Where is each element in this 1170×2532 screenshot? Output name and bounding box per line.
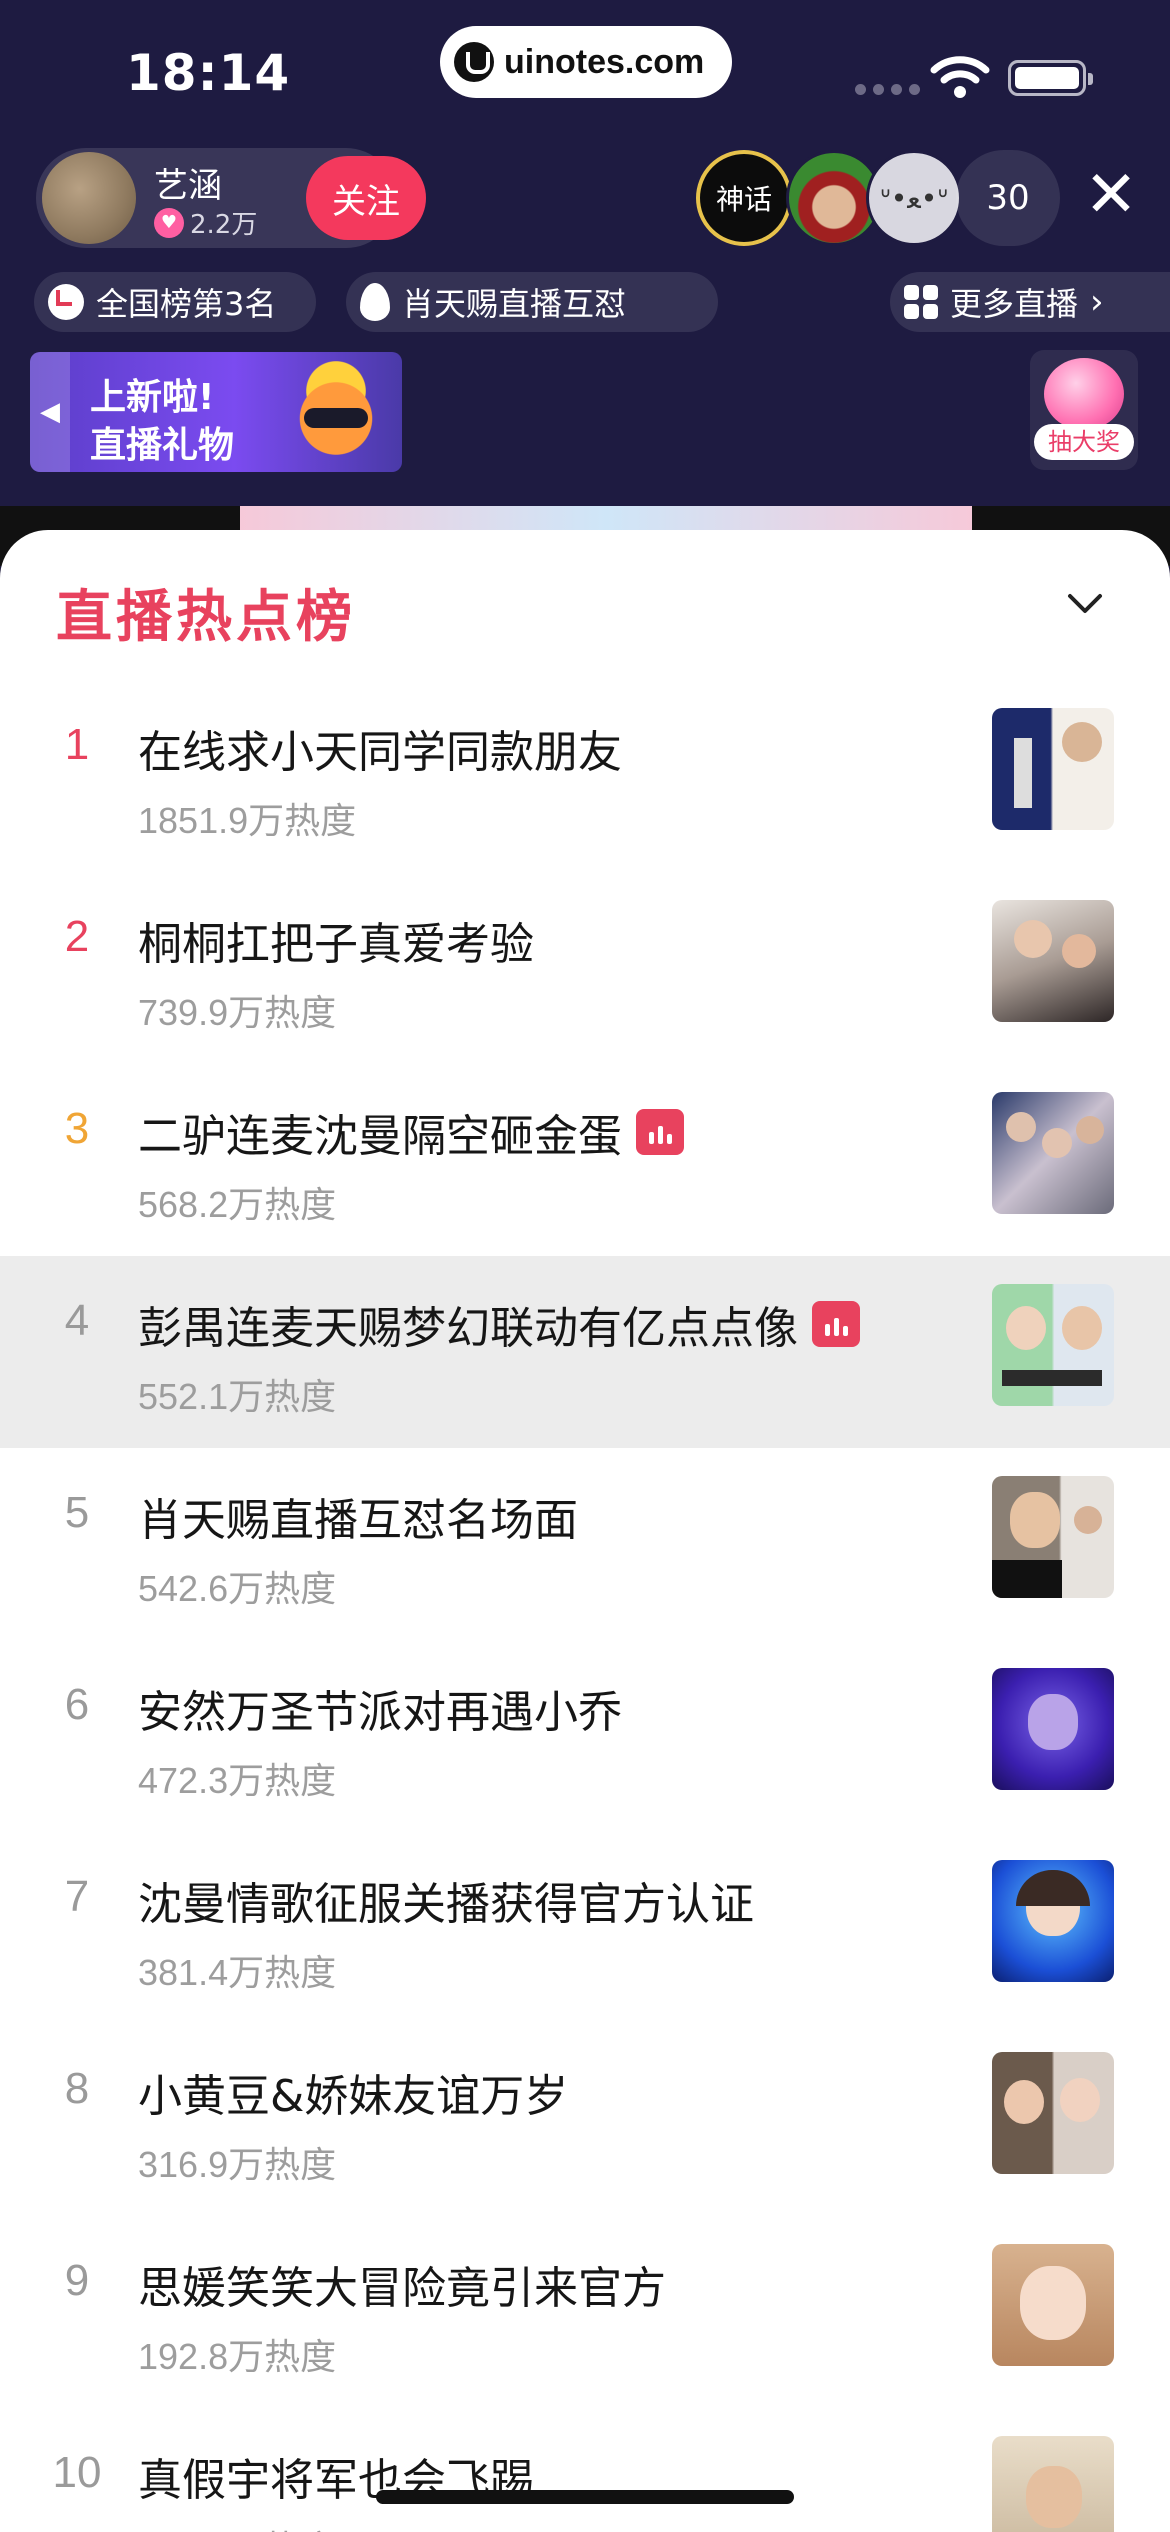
rank-title: 彭禺连麦天赐梦幻联动有亿点点像 xyxy=(138,1292,860,1356)
list-item[interactable]: 1 在线求小天同学同款朋友 1851.9万热度 xyxy=(0,680,1170,872)
rank-number: 7 xyxy=(64,1872,90,1921)
wifi-icon xyxy=(930,56,990,98)
host-avatar[interactable] xyxy=(42,152,136,244)
rank-number: 6 xyxy=(64,1680,90,1729)
lottery-icon xyxy=(1044,358,1124,430)
chart-badge-icon xyxy=(812,1301,860,1347)
rank-title: 桐桐扛把子真爱考验 xyxy=(138,919,534,970)
list-item[interactable]: 10 真假宇将军也会飞踢 121.9万热度 xyxy=(0,2408,1170,2532)
host-name: 艺涵 xyxy=(154,166,222,206)
chevron-right-icon: › xyxy=(1090,282,1104,322)
rank-heat: 381.4万热度 xyxy=(138,1952,337,1993)
rank-heat: 192.8万热度 xyxy=(138,2336,337,2377)
rank-heat: 1851.9万热度 xyxy=(138,800,357,841)
lottery-button[interactable]: 抽大奖 xyxy=(1030,350,1138,470)
hot-list: 1 在线求小天同学同款朋友 1851.9万热度 2 桐桐扛把子真爱考验 739.… xyxy=(0,680,1170,2532)
home-indicator xyxy=(376,2490,794,2504)
rank-number: 10 xyxy=(52,2448,102,2497)
rank-thumbnail[interactable] xyxy=(992,900,1114,1022)
heart-icon: ♥ xyxy=(154,207,184,238)
tag-row: 全国榜第3名 肖天赐直播互怼 更多直播 › xyxy=(34,272,1170,332)
gift-banner-line2: 直播礼物 xyxy=(90,425,235,466)
gift-banner-line1: 上新啦! xyxy=(90,377,215,418)
host-likes-count: 2.2万 xyxy=(190,210,258,240)
url-pill[interactable]: uinotes.com xyxy=(440,26,732,98)
host-info[interactable]: 艺涵 ♥ 2.2万 关注 xyxy=(36,148,426,248)
rank-heat: 568.2万热度 xyxy=(138,1184,337,1225)
grid-icon xyxy=(904,285,938,319)
viewer-count[interactable]: 30 xyxy=(956,150,1060,246)
rank-title: 安然万圣节派对再遇小乔 xyxy=(138,1687,622,1738)
topic-tag[interactable]: 肖天赐直播互怼 xyxy=(346,272,718,332)
rank-number: 1 xyxy=(64,720,90,769)
list-item[interactable]: 9 思媛笑笑大冒险竟引来官方 192.8万热度 xyxy=(0,2216,1170,2408)
close-icon[interactable]: ✕ xyxy=(1076,160,1146,230)
rank-thumbnail[interactable] xyxy=(992,708,1114,830)
rank-thumbnail[interactable] xyxy=(992,1668,1114,1790)
rank-title: 思媛笑笑大冒险竟引来官方 xyxy=(138,2263,666,2314)
list-item[interactable]: 4 彭禺连麦天赐梦幻联动有亿点点像 552.1万热度 xyxy=(0,1256,1170,1448)
rank-number: 2 xyxy=(64,912,90,961)
rank-heat: 121.9万热度 xyxy=(138,2520,336,2532)
viewer-avatar[interactable]: 神话 xyxy=(696,150,792,246)
rank-number: 9 xyxy=(64,2256,90,2305)
lottery-label: 抽大奖 xyxy=(1034,424,1134,460)
list-item[interactable]: 8 小黄豆&娇妹友谊万岁 316.9万热度 xyxy=(0,2024,1170,2216)
rank-title: 在线求小天同学同款朋友 xyxy=(138,727,622,778)
hot-list-sheet: 直播热点榜 1 在线求小天同学同款朋友 1851.9万热度 2 桐桐扛把子真爱考… xyxy=(0,530,1170,2532)
status-bar: 18:14 uinotes.com xyxy=(0,0,1170,140)
mascot-icon xyxy=(276,358,396,468)
flame-icon xyxy=(360,283,390,321)
chart-badge-icon xyxy=(636,1109,684,1155)
host-likes: ♥ 2.2万 xyxy=(154,204,257,241)
follow-button[interactable]: 关注 xyxy=(306,156,426,240)
rank-number: 4 xyxy=(64,1296,90,1345)
list-item[interactable]: 7 沈曼情歌征服关播获得官方认证 381.4万热度 xyxy=(0,1832,1170,2024)
rank-title: 沈曼情歌征服关播获得官方认证 xyxy=(138,1879,754,1930)
rank-tag-label: 全国榜第3名 xyxy=(96,285,277,323)
rank-number: 8 xyxy=(64,2064,90,2113)
rank-title: 肖天赐直播互怼名场面 xyxy=(138,1495,578,1546)
rank-heat: 316.9万热度 xyxy=(138,2144,337,2185)
rank-thumbnail[interactable] xyxy=(992,1092,1114,1214)
chevron-down-icon[interactable] xyxy=(1060,578,1110,628)
sheet-title: 直播热点榜 xyxy=(56,585,356,650)
rank-thumbnail[interactable] xyxy=(992,1860,1114,1982)
more-live-button[interactable]: 更多直播 › xyxy=(890,272,1170,332)
signal-icon xyxy=(855,84,920,95)
list-item[interactable]: 5 肖天赐直播互怼名场面 542.6万热度 xyxy=(0,1448,1170,1640)
url-text: uinotes.com xyxy=(504,42,705,81)
rank-title: 小黄豆&娇妹友谊万岁 xyxy=(138,2071,569,2122)
rank-heat: 542.6万热度 xyxy=(138,1568,337,1609)
gift-banner[interactable]: ◀ 上新啦! 直播礼物 xyxy=(30,352,402,472)
rank-thumbnail[interactable] xyxy=(992,2436,1114,2532)
more-live-label: 更多直播 xyxy=(950,285,1079,323)
rank-thumbnail[interactable] xyxy=(992,2244,1114,2366)
rank-thumbnail[interactable] xyxy=(992,1284,1114,1406)
battery-icon xyxy=(1008,60,1093,96)
rank-number: 3 xyxy=(64,1104,90,1153)
rank-thumbnail[interactable] xyxy=(992,2052,1114,2174)
rank-tag[interactable]: 全国榜第3名 xyxy=(34,272,316,332)
clock-icon xyxy=(48,284,84,320)
list-item[interactable]: 3 二驴连麦沈曼隔空砸金蛋 568.2万热度 xyxy=(0,1064,1170,1256)
rank-number: 5 xyxy=(64,1488,90,1537)
rank-heat: 552.1万热度 xyxy=(138,1376,337,1417)
viewer-avatar[interactable]: ᐡ•ﻌ•ᐡ xyxy=(866,150,962,246)
topic-tag-label: 肖天赐直播互怼 xyxy=(402,285,627,323)
list-item[interactable]: 2 桐桐扛把子真爱考验 739.9万热度 xyxy=(0,872,1170,1064)
rank-title: 二驴连麦沈曼隔空砸金蛋 xyxy=(138,1100,684,1164)
rank-thumbnail[interactable] xyxy=(992,1476,1114,1598)
status-time: 18:14 xyxy=(126,44,291,102)
uinotes-logo-icon xyxy=(454,42,494,82)
chevron-left-icon[interactable]: ◀ xyxy=(30,352,70,472)
list-item[interactable]: 6 安然万圣节派对再遇小乔 472.3万热度 xyxy=(0,1640,1170,1832)
rank-heat: 472.3万热度 xyxy=(138,1760,337,1801)
live-room-header: 18:14 uinotes.com 艺涵 ♥ 2.2万 关注 神话 ᐡ•ﻌ•ᐡ … xyxy=(0,0,1170,540)
rank-heat: 739.9万热度 xyxy=(138,992,337,1033)
